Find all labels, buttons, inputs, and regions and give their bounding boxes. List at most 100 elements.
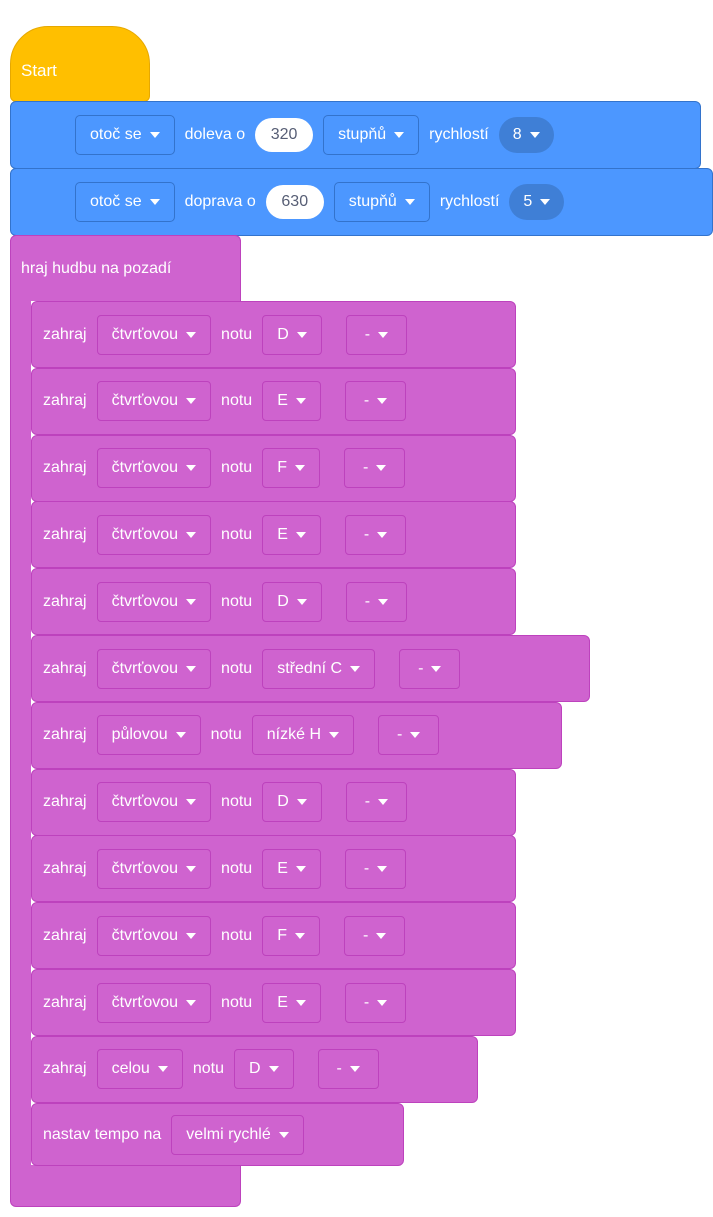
play-verb: zahraj [43, 793, 87, 811]
note-dropdown[interactable]: D [262, 782, 322, 823]
duration-dropdown[interactable]: čtvrťovou [96, 915, 212, 956]
turn-right-block[interactable]: otoč se doprava o 630 stupňů rychlostí 5 [10, 168, 713, 236]
chevron-down-icon [431, 665, 442, 672]
duration-dropdown[interactable]: čtvrťovou [96, 514, 212, 555]
chevron-down-icon [376, 465, 387, 472]
chevron-down-icon [175, 732, 186, 739]
modifier-dropdown[interactable]: - [378, 715, 440, 756]
play-note-block[interactable]: zahraj čtvrťovou notu D - [31, 768, 516, 836]
chevron-down-icon [378, 598, 389, 605]
note-value: F [277, 926, 287, 944]
modifier-value: - [336, 1060, 342, 1078]
chevron-down-icon [295, 398, 306, 405]
duration-dropdown[interactable]: čtvrťovou [96, 314, 212, 355]
modifier-dropdown[interactable]: - [317, 1049, 379, 1090]
speed-value: 8 [512, 126, 522, 143]
note-dropdown[interactable]: střední C [262, 648, 376, 689]
note-text: notu [221, 993, 253, 1011]
modifier-dropdown[interactable]: - [343, 448, 406, 489]
modifier-dropdown[interactable]: - [344, 514, 407, 555]
degrees-input[interactable]: 320 [255, 118, 314, 152]
music-c-block-top[interactable]: hraj hudbu na pozadí [10, 235, 241, 301]
note-dropdown[interactable]: F [262, 448, 320, 489]
play-note-block[interactable]: zahraj čtvrťovou notu F - [31, 434, 516, 502]
modifier-value: - [418, 659, 424, 677]
speed-dropdown[interactable]: 5 [509, 184, 565, 220]
duration-dropdown[interactable]: půlovou [96, 715, 201, 756]
tempo-dropdown[interactable]: velmi rychlé [171, 1114, 304, 1155]
duration-dropdown[interactable]: čtvrťovou [96, 448, 212, 489]
modifier-dropdown[interactable]: - [399, 648, 461, 689]
duration-dropdown[interactable]: čtvrťovou [96, 648, 212, 689]
play-note-block[interactable]: zahraj čtvrťovou notu střední C - [31, 635, 590, 702]
duration-value: čtvrťovou [111, 459, 179, 477]
play-note-block[interactable]: zahraj čtvrťovou notu E - [31, 835, 516, 903]
chevron-down-icon [186, 331, 197, 338]
unit-dropdown[interactable]: stupňů [323, 115, 420, 155]
tempo-value: velmi rychlé [186, 1125, 271, 1143]
chevron-down-icon [295, 999, 306, 1006]
note-text: notu [210, 726, 242, 744]
note-text: notu [221, 592, 253, 610]
degrees-input[interactable]: 630 [265, 185, 324, 219]
duration-dropdown[interactable]: celou [96, 1049, 183, 1090]
modifier-dropdown[interactable]: - [344, 982, 407, 1023]
play-note-block[interactable]: zahraj čtvrťovou notu D - [31, 568, 516, 636]
modifier-dropdown[interactable]: - [343, 915, 406, 956]
speed-dropdown[interactable]: 8 [498, 117, 554, 153]
play-note-block[interactable]: zahraj půlovou notu nízké H - [31, 701, 562, 769]
duration-dropdown[interactable]: čtvrťovou [96, 381, 212, 422]
modifier-dropdown[interactable]: - [345, 581, 408, 622]
start-label: Start [21, 61, 57, 80]
play-note-block[interactable]: zahraj čtvrťovou notu D - [31, 301, 516, 368]
duration-dropdown[interactable]: čtvrťovou [96, 982, 212, 1023]
chevron-down-icon [294, 465, 305, 472]
unit-dropdown[interactable]: stupňů [333, 182, 430, 222]
turn-action-label: otoč se [90, 193, 142, 210]
modifier-dropdown[interactable]: - [345, 314, 408, 355]
note-value: E [277, 392, 288, 410]
play-note-block[interactable]: zahraj čtvrťovou notu E - [31, 501, 516, 569]
music-block-label: hraj hudbu na pozadí [21, 260, 172, 277]
turn-action-dropdown[interactable]: otoč se [75, 182, 175, 222]
start-hat-block[interactable]: Start [10, 26, 150, 102]
play-note-block[interactable]: zahraj čtvrťovou notu E - [31, 367, 516, 435]
turn-direction-text: doleva o [184, 126, 246, 143]
chevron-down-icon [295, 531, 306, 538]
duration-value: čtvrťovou [111, 325, 179, 343]
turn-action-dropdown[interactable]: otoč se [75, 115, 175, 155]
play-note-block[interactable]: zahraj čtvrťovou notu F - [31, 902, 516, 970]
note-value: D [248, 1060, 261, 1078]
note-dropdown[interactable]: nízké H [251, 715, 355, 756]
modifier-value: - [364, 793, 371, 811]
chevron-down-icon [186, 531, 197, 538]
note-dropdown[interactable]: E [262, 381, 321, 422]
note-dropdown[interactable]: D [233, 1049, 294, 1090]
note-dropdown[interactable]: E [262, 514, 321, 555]
duration-dropdown[interactable]: čtvrťovou [96, 782, 212, 823]
note-dropdown[interactable]: D [262, 314, 322, 355]
chevron-down-icon [394, 132, 405, 138]
modifier-dropdown[interactable]: - [345, 782, 408, 823]
note-dropdown[interactable]: E [262, 982, 321, 1023]
turn-left-block[interactable]: otoč se doleva o 320 stupňů rychlostí 8 [10, 101, 701, 169]
modifier-dropdown[interactable]: - [344, 381, 407, 422]
chevron-down-icon [296, 598, 307, 605]
set-tempo-block[interactable]: nastav tempo na velmi rychlé [31, 1103, 404, 1166]
chevron-down-icon [410, 732, 421, 739]
play-note-block[interactable]: zahraj celou notu D - [31, 1035, 478, 1103]
note-dropdown[interactable]: D [262, 581, 322, 622]
play-verb: zahraj [43, 1060, 87, 1078]
note-text: notu [221, 926, 253, 944]
modifier-dropdown[interactable]: - [344, 848, 407, 889]
note-dropdown[interactable]: E [262, 848, 321, 889]
play-note-block[interactable]: zahraj čtvrťovou notu E - [31, 969, 516, 1036]
duration-dropdown[interactable]: čtvrťovou [96, 581, 212, 622]
chevron-down-icon [529, 132, 540, 138]
note-value: nízké H [266, 726, 322, 744]
duration-dropdown[interactable]: čtvrťovou [96, 848, 212, 889]
chevron-down-icon [377, 865, 388, 872]
note-dropdown[interactable]: F [262, 915, 320, 956]
speed-value: 5 [523, 193, 533, 210]
music-c-block-bottom [10, 1165, 241, 1207]
